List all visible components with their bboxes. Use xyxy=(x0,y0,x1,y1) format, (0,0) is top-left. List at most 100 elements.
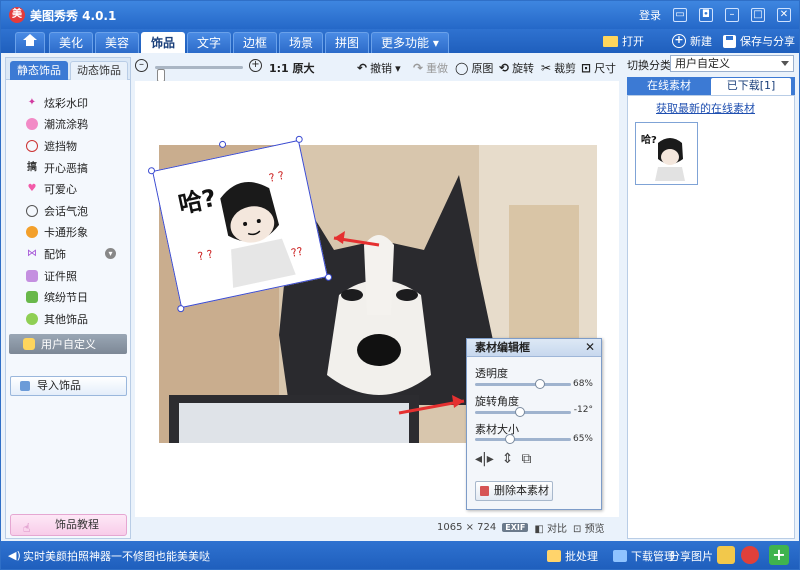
category-item[interactable]: ♥ 可爱心 xyxy=(6,178,130,200)
actual-size-button[interactable]: 1:1 原大 xyxy=(269,60,315,76)
share-image-button[interactable]: 分享图片 xyxy=(669,548,713,564)
tab-animated-stickers[interactable]: 动态饰品 xyxy=(70,61,128,80)
redo-icon: ↷ xyxy=(413,61,424,75)
tab-text[interactable]: 文字 xyxy=(187,32,232,53)
speaker-icon: ◀) xyxy=(8,549,21,562)
status-bar: ◀) 实时美颜拍照神器一不修图也能美美哒 批处理 下载管理 分享图片 + xyxy=(1,541,799,569)
import-sticker-button[interactable]: 导入饰品 xyxy=(10,376,127,396)
compare-label: 对比 xyxy=(547,524,567,535)
tab-home[interactable] xyxy=(15,32,45,53)
message-icon[interactable]: ▭ xyxy=(673,8,687,22)
other-icon xyxy=(26,312,38,325)
save-share-button[interactable]: 保存与分享 xyxy=(723,33,795,49)
resize-handle-top-right[interactable] xyxy=(295,135,304,144)
original-button[interactable]: ◯ 原图 xyxy=(455,60,493,76)
minimize-icon[interactable]: – xyxy=(725,8,739,22)
category-item[interactable]: 会话气泡 xyxy=(6,200,130,222)
category-item[interactable]: 证件照 xyxy=(6,265,130,287)
copy-icon[interactable]: ⧉ xyxy=(522,451,532,467)
category-item[interactable]: 潮流涂鸦 xyxy=(6,114,130,136)
redo-label: 重做 xyxy=(426,62,449,75)
tab-beauty[interactable]: 美容 xyxy=(95,32,140,53)
settings-icon[interactable]: ◘ xyxy=(699,8,713,22)
close-icon[interactable]: ✕ xyxy=(585,339,595,356)
weibo-icon[interactable] xyxy=(741,546,759,564)
category-label: 可爱心 xyxy=(44,183,77,197)
tab-beautify[interactable]: 美化 xyxy=(49,32,94,53)
tab-frame[interactable]: 边框 xyxy=(233,32,278,53)
tab-stickers[interactable]: 饰品 xyxy=(141,32,186,53)
rotate-button[interactable]: ⟲ 旋转 xyxy=(499,60,534,76)
camera-app-icon[interactable] xyxy=(717,546,735,564)
opacity-slider[interactable] xyxy=(475,379,571,389)
tab-downloaded[interactable]: 已下载[1] xyxy=(711,78,791,95)
category-item-user-custom[interactable]: 用户自定义 xyxy=(9,333,127,354)
category-label: 遮挡物 xyxy=(44,139,77,153)
crop-button[interactable]: ✂ 裁剪 xyxy=(541,60,576,76)
batch-process-button[interactable]: 批处理 xyxy=(547,548,598,564)
category-label: 缤纷节日 xyxy=(44,291,88,305)
sparkle-icon: ✦ xyxy=(27,96,37,108)
rotate-icon: ⟲ xyxy=(499,61,510,75)
category-select[interactable]: 用户自定义 xyxy=(670,55,794,72)
cartoon-icon xyxy=(26,226,38,239)
sticker-selection-frame[interactable]: 哈? ? ? ? ? ?? xyxy=(147,135,333,313)
tab-collage[interactable]: 拼图 xyxy=(325,32,370,53)
add-icon[interactable]: + xyxy=(769,545,789,565)
open-button[interactable]: 打开 xyxy=(603,33,644,49)
sticker-tutorial-button[interactable]: ☝ 饰品教程 xyxy=(10,514,127,536)
flip-horizontal-icon[interactable]: ◂|▸ xyxy=(475,451,494,467)
material-thumbnail[interactable]: 哈? xyxy=(635,122,698,185)
category-item[interactable]: ✦ 炫彩水印 xyxy=(6,92,130,114)
download-icon xyxy=(613,550,627,562)
download-manager-button[interactable]: 下载管理 xyxy=(613,548,675,564)
category-label: 炫彩水印 xyxy=(44,96,88,110)
status-message[interactable]: 实时美颜拍照神器一不修图也能美美哒 xyxy=(23,548,210,564)
delete-material-button[interactable]: 删除本素材 xyxy=(475,481,553,501)
batch-label: 批处理 xyxy=(565,550,598,563)
exif-button[interactable]: EXIF xyxy=(502,523,529,532)
maximize-icon[interactable]: □ xyxy=(751,8,765,22)
zoom-in-icon[interactable]: + xyxy=(249,59,262,72)
tab-online-materials[interactable]: 在线素材 xyxy=(629,78,709,95)
zoom-out-icon[interactable]: – xyxy=(135,59,148,72)
image-dimensions: 1065 × 724 xyxy=(437,522,497,533)
category-item[interactable]: 其他饰品 xyxy=(6,308,130,330)
flip-vertical-icon[interactable]: ⇕ xyxy=(502,451,514,467)
get-online-materials-link[interactable]: 获取最新的在线素材 xyxy=(656,100,755,116)
rotation-slider[interactable] xyxy=(475,407,571,417)
zoom-slider[interactable] xyxy=(155,66,243,82)
size-value: 65% xyxy=(572,434,593,444)
original-label: 原图 xyxy=(471,62,494,75)
import-icon xyxy=(20,381,30,391)
rotation-label: 旋转角度 xyxy=(475,395,519,408)
meme-sticker-image: 哈? ? ? ? ? ?? xyxy=(153,141,326,306)
close-icon[interactable]: ✕ xyxy=(777,8,791,22)
preview-button[interactable]: ⊡ 预览 xyxy=(573,520,605,535)
tab-more-features[interactable]: 更多功能 ▾ xyxy=(371,32,449,53)
category-item[interactable]: 卡通形象 xyxy=(6,222,130,244)
category-label: 卡通形象 xyxy=(44,226,88,240)
material-grid: 获取最新的在线素材 哈? xyxy=(627,95,795,539)
login-link[interactable]: 登录 xyxy=(639,7,661,23)
tab-static-stickers[interactable]: 静态饰品 xyxy=(10,61,68,80)
undo-label: 撤销 xyxy=(370,62,393,75)
resize-button[interactable]: ⊡ 尺寸 xyxy=(581,60,616,76)
opacity-slider-thumb[interactable] xyxy=(535,379,545,389)
category-switch-label: 切换分类 xyxy=(627,59,671,72)
category-item[interactable]: 搞开心恶搞 xyxy=(6,157,130,179)
chevron-down-icon[interactable]: ▾ xyxy=(105,248,116,260)
chevron-down-icon xyxy=(781,61,789,66)
redo-button[interactable]: ↷ 重做 xyxy=(413,60,448,76)
category-item[interactable]: 缤纷节日 xyxy=(6,286,130,308)
category-select-value: 用户自定义 xyxy=(675,57,730,70)
undo-button[interactable]: ↶ 撤销 ▾ xyxy=(357,60,401,76)
compare-button[interactable]: ◧ 对比 xyxy=(534,520,567,535)
size-slider-thumb[interactable] xyxy=(505,434,515,444)
category-item[interactable]: ⋈ 配饰 ▾ xyxy=(6,243,130,265)
category-item[interactable]: 遮挡物 xyxy=(6,135,130,157)
size-slider[interactable] xyxy=(475,434,571,444)
rotation-slider-thumb[interactable] xyxy=(515,407,525,417)
new-button[interactable]: + 新建 xyxy=(672,33,712,49)
tab-scene[interactable]: 场景 xyxy=(279,32,324,53)
